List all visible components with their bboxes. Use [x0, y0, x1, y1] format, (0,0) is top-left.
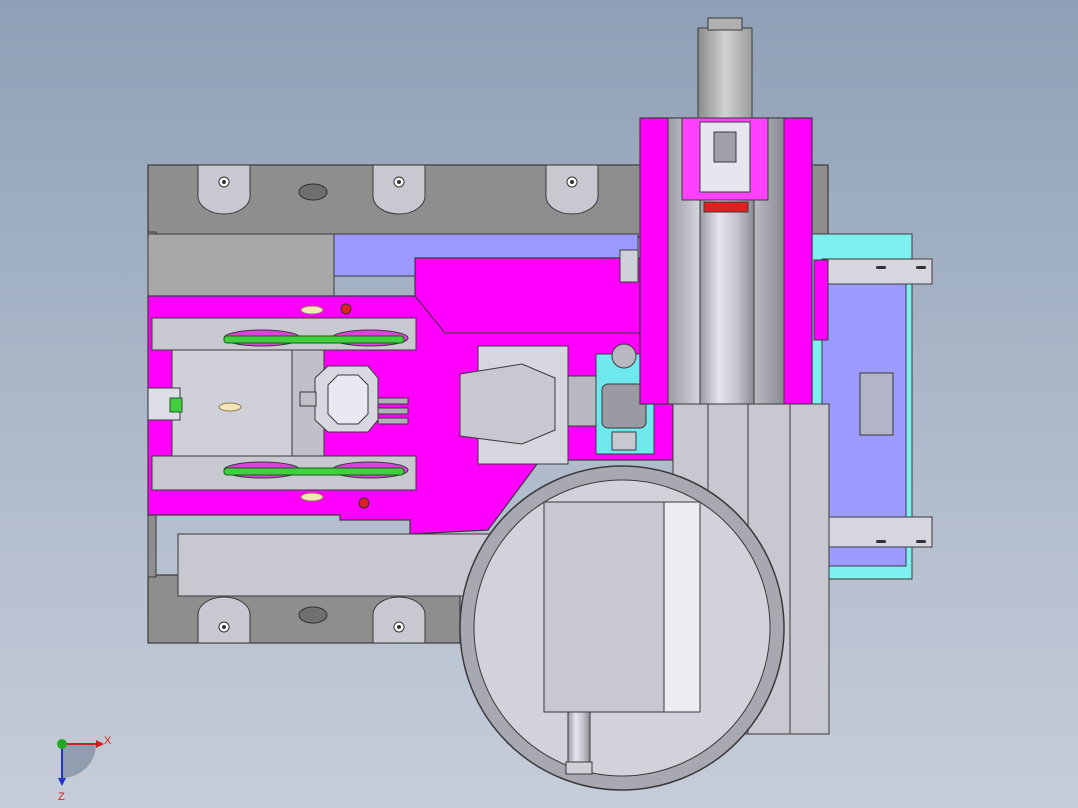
- side-bracket-top: [821, 258, 933, 285]
- red-seal: [703, 201, 749, 213]
- slot-hole-top: [298, 183, 328, 201]
- cad-viewport[interactable]: X Z: [0, 0, 1078, 808]
- mounting-lug-top-2: [372, 164, 426, 215]
- guide-block: [619, 249, 639, 283]
- side-plate-assembly[interactable]: [811, 233, 933, 580]
- rotary-table[interactable]: [459, 465, 785, 791]
- origin-sphere-icon: [57, 739, 67, 749]
- z-axis-label: Z: [58, 791, 65, 803]
- grease-nipple-bottom: [300, 492, 324, 502]
- vertical-column[interactable]: [639, 117, 829, 405]
- side-window: [859, 372, 894, 436]
- x-axis-label: X: [104, 735, 112, 747]
- mounting-lug-bottom-1: [197, 596, 251, 644]
- slot-hole-bottom: [298, 606, 328, 624]
- limit-switch-top: [340, 303, 352, 315]
- mounting-lug-top-3: [545, 164, 599, 215]
- side-bracket-bottom: [821, 516, 933, 548]
- mounting-lug-top-1: [197, 164, 251, 215]
- grease-nipple-top: [300, 305, 324, 315]
- axis-triad: X Z: [57, 735, 112, 803]
- mounting-lug-bottom-2: [372, 596, 426, 644]
- cad-model[interactable]: X Z: [0, 0, 1078, 808]
- grease-nipple: [218, 402, 242, 412]
- limit-switch-bottom: [358, 497, 370, 509]
- top-gray-block: [147, 233, 335, 297]
- column-motor[interactable]: [697, 17, 753, 119]
